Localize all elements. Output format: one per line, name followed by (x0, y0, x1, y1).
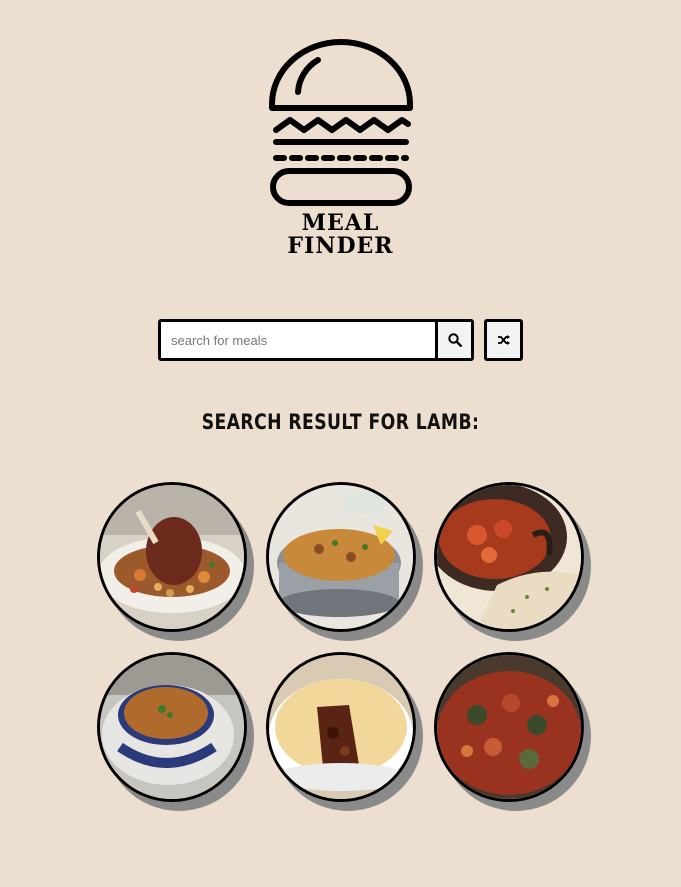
random-meal-button[interactable] (484, 319, 523, 361)
meal-card[interactable] (434, 482, 584, 632)
brand-line-1: MEAL (301, 210, 380, 236)
burger-icon (269, 39, 413, 206)
search-form (158, 319, 474, 361)
meal-image (269, 655, 413, 799)
brand-line-2: FINDER (287, 233, 394, 259)
meal-image (269, 485, 413, 629)
meal-card[interactable] (97, 652, 247, 802)
meal-image (100, 655, 244, 799)
shuffle-icon (497, 335, 510, 345)
meal-image (100, 485, 244, 629)
search-input[interactable] (161, 322, 435, 358)
results-heading: SEARCH RESULT FOR LAMB: (201, 410, 480, 434)
meal-card[interactable] (434, 652, 584, 802)
search-icon (447, 333, 462, 347)
meal-image (437, 485, 581, 629)
search-button[interactable] (435, 322, 471, 358)
meal-card[interactable] (97, 482, 247, 632)
meal-card[interactable] (266, 652, 416, 802)
meal-image (437, 655, 581, 799)
brand-title: MEAL FINDER (0, 212, 681, 258)
meal-card[interactable] (266, 482, 416, 632)
